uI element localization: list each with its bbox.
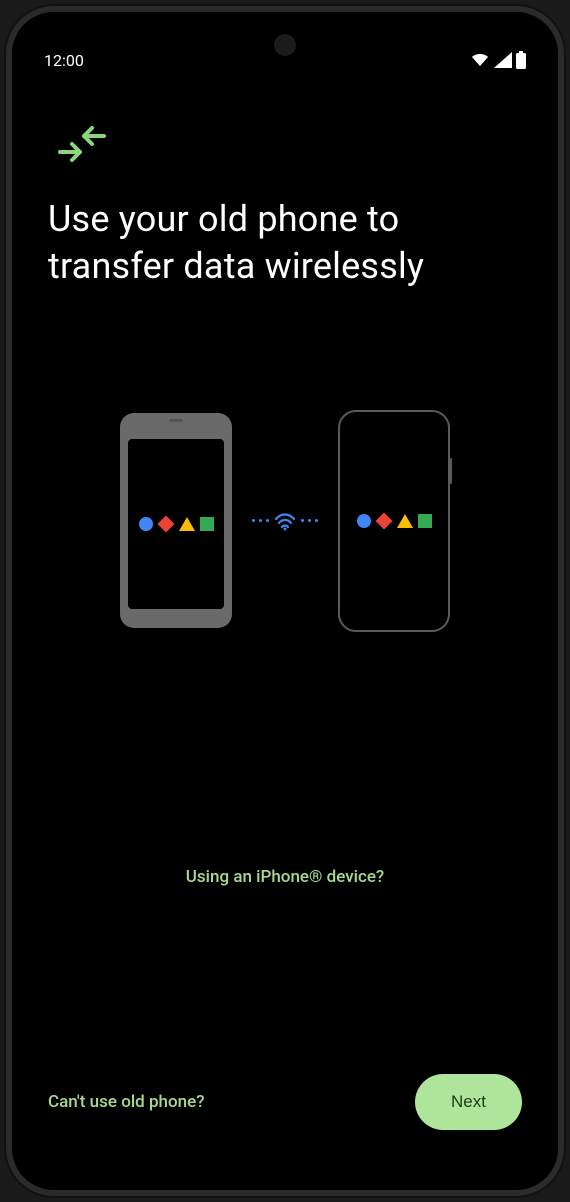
battery-icon (516, 51, 526, 69)
new-phone-icon (338, 410, 450, 632)
wifi-transfer-icon (252, 511, 318, 531)
device-frame: 12:00 Use your old phone to transf (6, 6, 564, 1196)
skip-link[interactable]: Can't use old phone? (48, 1092, 204, 1112)
shapes-old-icon (139, 517, 214, 531)
status-time: 12:00 (44, 51, 84, 70)
shapes-new-icon (357, 514, 432, 528)
transfer-arrows-icon (48, 124, 522, 168)
page-title: Use your old phone to transfer data wire… (48, 196, 522, 290)
wifi-icon (470, 52, 490, 68)
transfer-illustration (48, 410, 522, 632)
front-camera-icon (274, 34, 296, 56)
next-button[interactable]: Next (415, 1074, 522, 1130)
iphone-link[interactable]: Using an iPhone® device? (48, 867, 522, 887)
old-phone-icon (120, 413, 232, 628)
footer-bar: Can't use old phone? Next (48, 1074, 522, 1130)
content-area: Use your old phone to transfer data wire… (12, 84, 558, 887)
signal-icon (494, 52, 512, 68)
status-icons (470, 51, 526, 69)
screen: 12:00 Use your old phone to transf (12, 12, 558, 1190)
